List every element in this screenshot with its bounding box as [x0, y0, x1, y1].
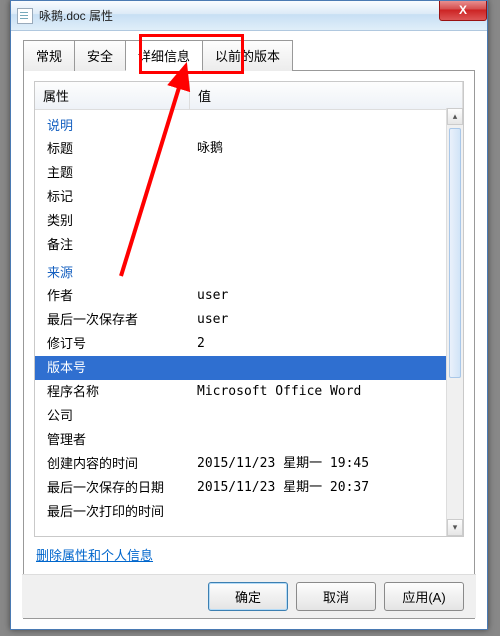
scroll-down-icon[interactable]: ▾ — [447, 519, 463, 536]
row-manager[interactable]: 管理者 — [35, 428, 463, 452]
row-tags[interactable]: 标记 — [35, 185, 463, 209]
column-property[interactable]: 属性 — [35, 82, 190, 109]
link-row: 删除属性和个人信息 — [34, 537, 464, 564]
row-category[interactable]: 类别 — [35, 209, 463, 233]
document-icon — [17, 8, 33, 24]
remove-properties-link[interactable]: 删除属性和个人信息 — [36, 548, 153, 563]
tab-previous-versions[interactable]: 以前的版本 — [202, 40, 293, 71]
titlebar[interactable]: 咏鹅.doc 属性 X — [11, 1, 487, 31]
dialog-buttons: 确定 取消 应用(A) — [22, 574, 476, 618]
cancel-button[interactable]: 取消 — [296, 582, 376, 611]
scroll-up-icon[interactable]: ▴ — [447, 108, 463, 125]
row-comments[interactable]: 备注 — [35, 233, 463, 257]
row-last-saved-by[interactable]: 最后一次保存者user — [35, 308, 463, 332]
row-company[interactable]: 公司 — [35, 404, 463, 428]
ok-button[interactable]: 确定 — [208, 582, 288, 611]
vertical-scrollbar[interactable]: ▴ ▾ — [446, 108, 463, 536]
list-header: 属性 值 — [35, 82, 463, 110]
row-subject[interactable]: 主题 — [35, 161, 463, 185]
property-list: 属性 值 说明 标题咏鹅 主题 标记 类别 备注 来源 作者user 最后一次保… — [34, 81, 464, 537]
details-panel: 属性 值 说明 标题咏鹅 主题 标记 类别 备注 来源 作者user 最后一次保… — [23, 70, 475, 619]
group-origin: 来源 — [35, 257, 463, 284]
row-last-printed[interactable]: 最后一次打印的时间 — [35, 500, 463, 524]
properties-dialog: 咏鹅.doc 属性 X 常规 安全 详细信息 以前的版本 属性 值 说明 标题咏… — [10, 0, 488, 630]
row-author[interactable]: 作者user — [35, 284, 463, 308]
client-area: 常规 安全 详细信息 以前的版本 属性 值 说明 标题咏鹅 主题 标记 类别 备… — [11, 31, 487, 629]
scroll-thumb[interactable] — [449, 128, 461, 378]
group-description: 说明 — [35, 110, 463, 137]
row-title[interactable]: 标题咏鹅 — [35, 137, 463, 161]
window-title: 咏鹅.doc 属性 — [39, 7, 113, 24]
tab-strip: 常规 安全 详细信息 以前的版本 — [23, 39, 475, 70]
row-last-saved[interactable]: 最后一次保存的日期2015/11/23 星期一 20:37 — [35, 476, 463, 500]
row-version[interactable]: 版本号 — [35, 356, 463, 380]
row-program[interactable]: 程序名称Microsoft Office Word — [35, 380, 463, 404]
row-revision[interactable]: 修订号2 — [35, 332, 463, 356]
close-button[interactable]: X — [439, 1, 487, 21]
tab-general[interactable]: 常规 — [23, 40, 75, 71]
tab-security[interactable]: 安全 — [74, 40, 126, 71]
row-created[interactable]: 创建内容的时间2015/11/23 星期一 19:45 — [35, 452, 463, 476]
column-value[interactable]: 值 — [190, 82, 463, 109]
list-body: 说明 标题咏鹅 主题 标记 类别 备注 来源 作者user 最后一次保存者use… — [35, 110, 463, 537]
tab-details[interactable]: 详细信息 — [125, 40, 203, 71]
apply-button[interactable]: 应用(A) — [384, 582, 464, 611]
